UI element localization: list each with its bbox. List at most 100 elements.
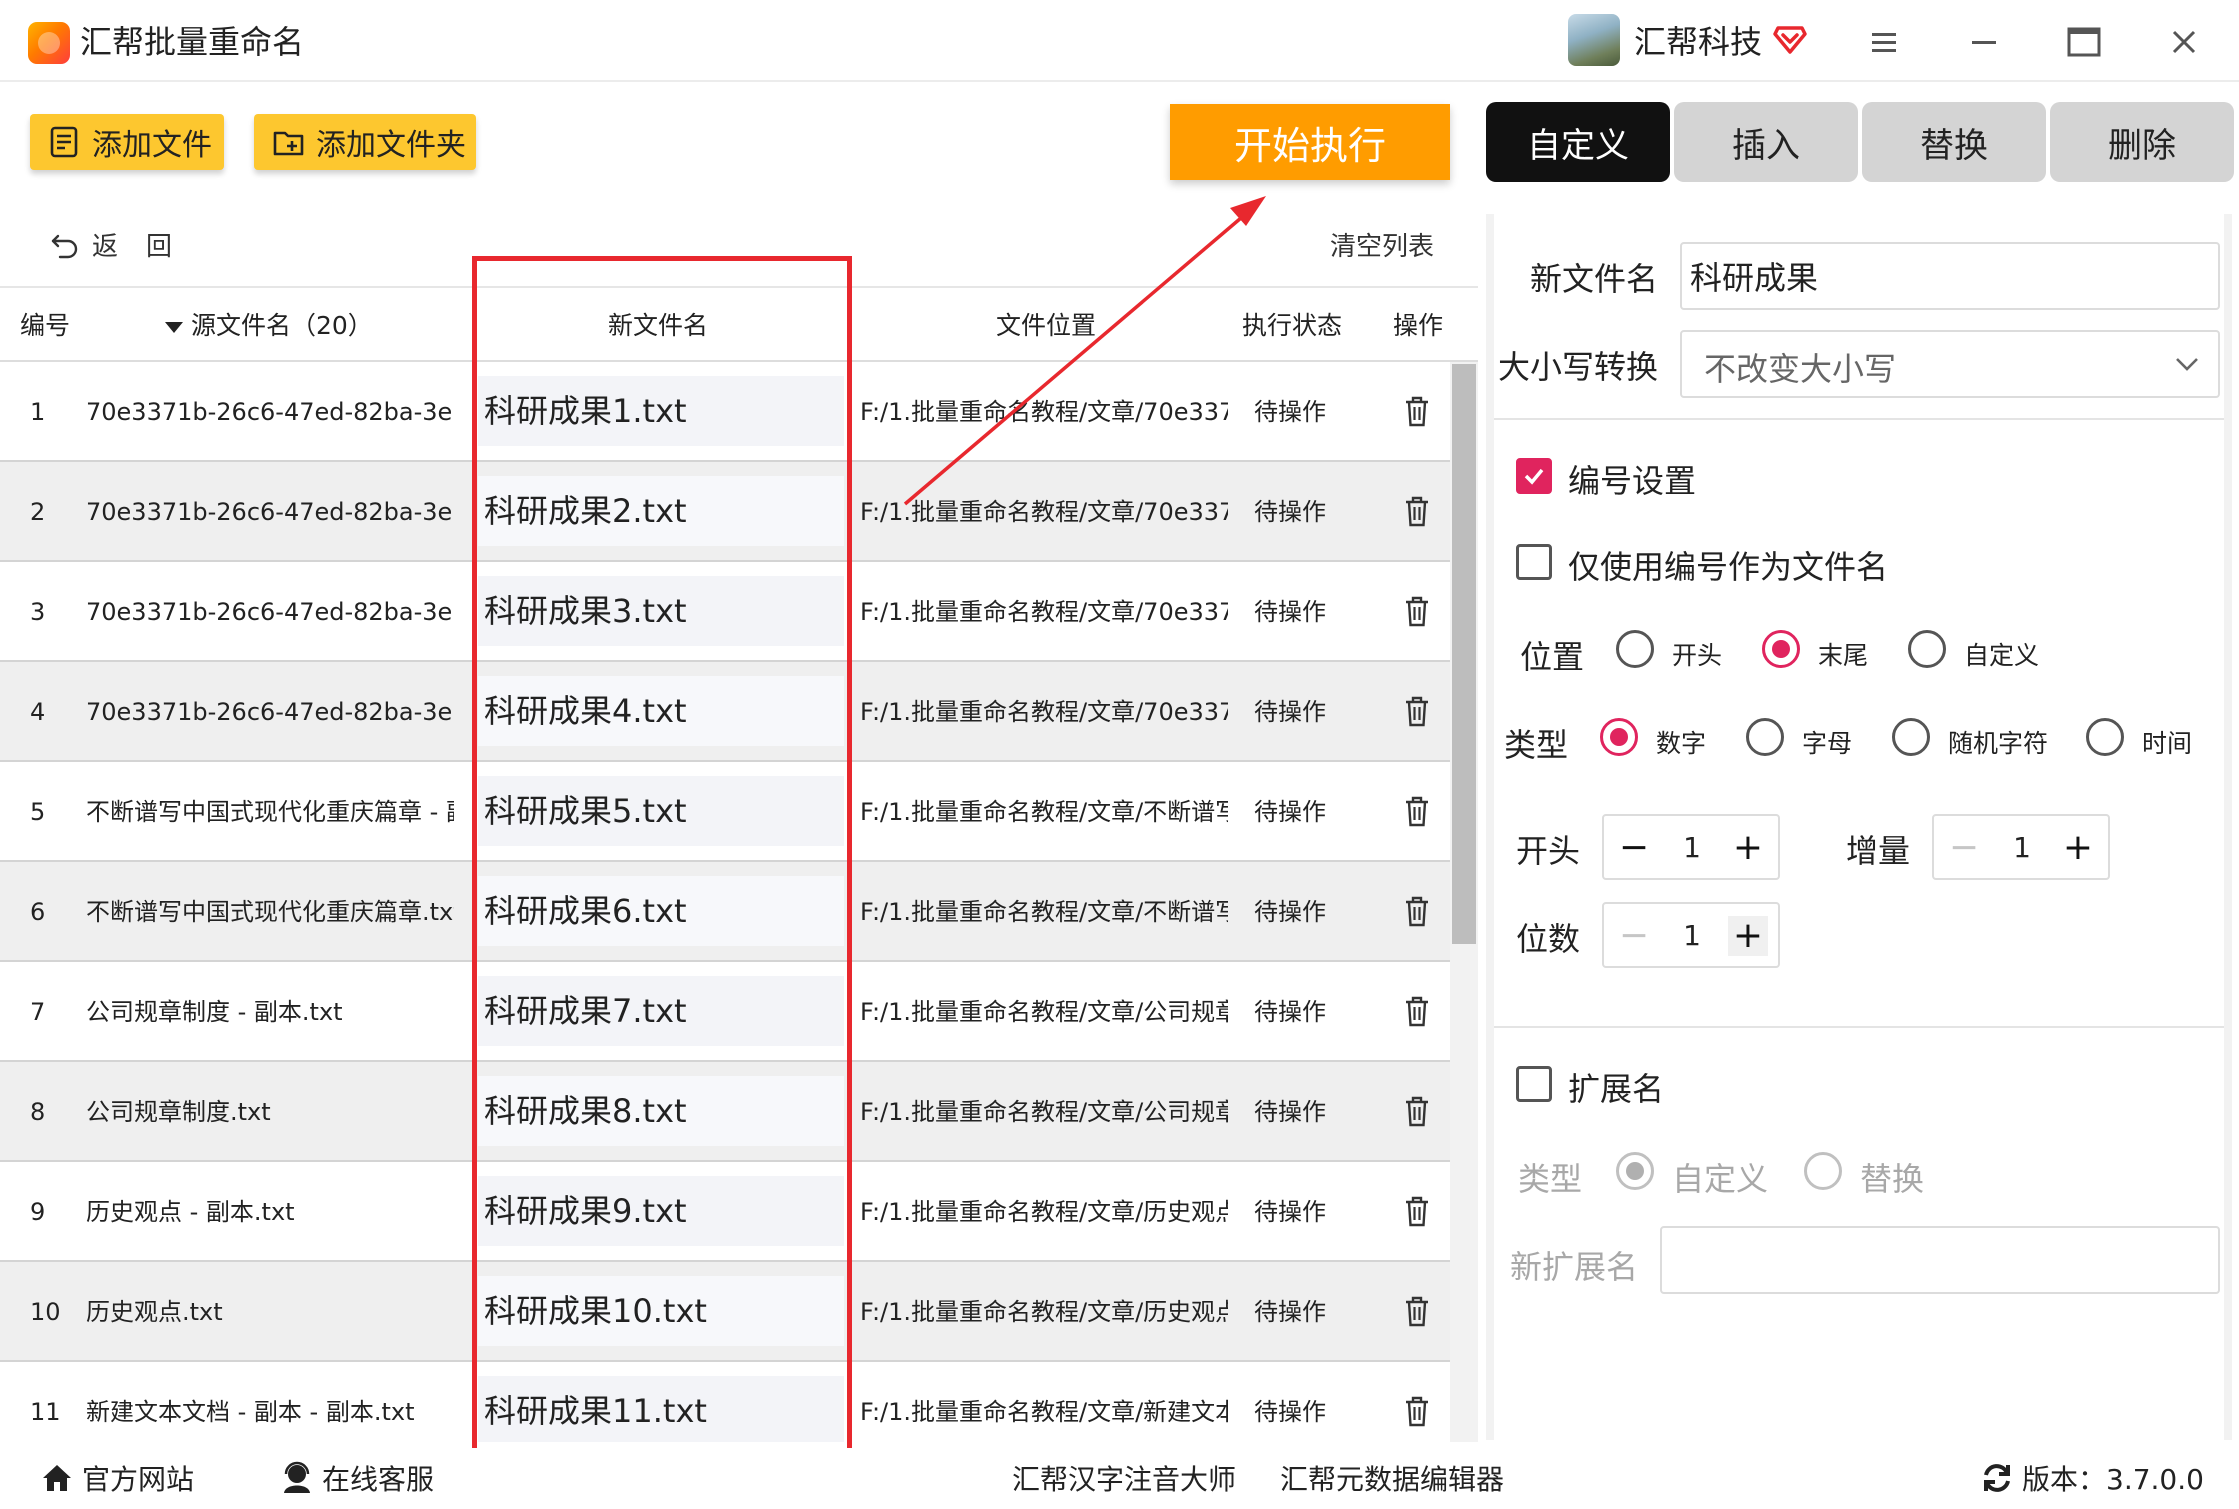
- header-location: 文件位置: [996, 311, 1097, 340]
- type-time-label: 时间: [2142, 729, 2193, 758]
- row-source-name: 70e3371b-26c6-47ed-82ba-3e7: [86, 398, 454, 426]
- trash-icon[interactable]: [1402, 594, 1432, 628]
- row-source-name: 不断谱写中国式现代化重庆篇章.txt: [86, 898, 454, 926]
- table-row[interactable]: 9 历史观点 - 副本.txt 科研成果9.txt F:/1.批量重命名教程/文章/历…: [0, 1162, 1452, 1262]
- type-number-radio[interactable]: [1600, 718, 1638, 756]
- digits-minus-button[interactable]: −: [1614, 916, 1654, 956]
- panel-divider: [1494, 1026, 2224, 1028]
- trash-icon[interactable]: [1402, 994, 1432, 1028]
- table-row[interactable]: 11 新建文本文档 - 副本 - 副本.txt 科研成果11.txt F:/1.批量重…: [0, 1362, 1452, 1442]
- table-row[interactable]: 1 70e3371b-26c6-47ed-82ba-3e7 科研成果1.txt F:/…: [0, 362, 1452, 462]
- type-letter-radio[interactable]: [1746, 718, 1784, 756]
- numbering-checkbox[interactable]: [1516, 458, 1552, 494]
- row-status: 待操作: [1254, 1198, 1326, 1226]
- table-row[interactable]: 10 历史观点.txt 科研成果10.txt F:/1.批量重命名教程/文章/历史观点…: [0, 1262, 1452, 1362]
- case-select[interactable]: 不改变大小写: [1680, 330, 2220, 398]
- online-service-link[interactable]: 在线客服: [280, 1458, 434, 1498]
- row-index: 2: [30, 498, 46, 526]
- case-label: 大小写转换: [1498, 348, 1659, 386]
- extension-checkbox[interactable]: [1516, 1066, 1552, 1102]
- table-row[interactable]: 6 不断谱写中国式现代化重庆篇章.txt 科研成果6.txt F:/1.批量重命名教程…: [0, 862, 1452, 962]
- menu-icon[interactable]: [1862, 20, 1906, 64]
- tab-replace[interactable]: 替换: [1862, 102, 2046, 182]
- trash-icon[interactable]: [1402, 894, 1432, 928]
- clear-list-button[interactable]: 清空列表: [1330, 226, 1434, 263]
- row-index: 10: [30, 1298, 61, 1326]
- table-row[interactable]: 7 公司规章制度 - 副本.txt 科研成果7.txt F:/1.批量重命名教程/文章…: [0, 962, 1452, 1062]
- start-plus-button[interactable]: +: [1728, 828, 1768, 868]
- minimize-icon[interactable]: [1962, 20, 2006, 64]
- table-scrollbar-thumb[interactable]: [1452, 364, 1476, 944]
- refresh-icon: [1984, 1464, 2010, 1492]
- row-new-name: 科研成果6.txt: [478, 876, 844, 946]
- header-source-label: 源文件名（20）: [191, 311, 373, 340]
- type-time-radio[interactable]: [2086, 718, 2124, 756]
- app-logo-icon: [28, 22, 70, 64]
- trash-icon[interactable]: [1402, 1294, 1432, 1328]
- row-status: 待操作: [1254, 998, 1326, 1026]
- increment-label: 增量: [1846, 832, 1911, 870]
- official-site-link[interactable]: 官方网站: [40, 1458, 194, 1498]
- table-row[interactable]: 8 公司规章制度.txt 科研成果8.txt F:/1.批量重命名教程/文章/公司规章…: [0, 1062, 1452, 1162]
- user-avatar[interactable]: [1568, 14, 1620, 66]
- trash-icon[interactable]: [1402, 1394, 1432, 1428]
- header-source[interactable]: 源文件名（20）: [165, 306, 373, 342]
- ext-type-replace-label: 替换: [1860, 1160, 1925, 1198]
- position-start-label: 开头: [1672, 641, 1723, 670]
- user-name[interactable]: 汇帮科技: [1634, 20, 1762, 64]
- table-row[interactable]: 3 70e3371b-26c6-47ed-82ba-3e7 科研成果3.txt F:/…: [0, 562, 1452, 662]
- trash-icon[interactable]: [1402, 394, 1432, 428]
- start-number-stepper[interactable]: − 1 +: [1602, 814, 1780, 880]
- start-minus-button[interactable]: −: [1614, 828, 1654, 868]
- increment-plus-button[interactable]: +: [2058, 828, 2098, 868]
- digits-value[interactable]: 1: [1664, 916, 1720, 956]
- table-row[interactable]: 5 不断谱写中国式现代化重庆篇章 - 副科研成果5.txt F:/1.批量重命名教程…: [0, 762, 1452, 862]
- digits-plus-button[interactable]: +: [1728, 916, 1768, 956]
- increment-minus-button[interactable]: −: [1944, 828, 1984, 868]
- checkmark-icon: [1524, 468, 1544, 485]
- start-number-value[interactable]: 1: [1664, 828, 1720, 868]
- table-row[interactable]: 4 70e3371b-26c6-47ed-82ba-3e7 科研成果4.txt F:/…: [0, 662, 1452, 762]
- position-start-radio[interactable]: [1616, 630, 1654, 668]
- position-custom-radio[interactable]: [1908, 630, 1946, 668]
- metadata-tool-link[interactable]: 汇帮元数据编辑器: [1280, 1458, 1504, 1498]
- numbering-label: 编号设置: [1568, 462, 1697, 500]
- type-random-radio[interactable]: [1892, 718, 1930, 756]
- table-row[interactable]: 2 70e3371b-26c6-47ed-82ba-3e7 科研成果2.txt F:/…: [0, 462, 1452, 562]
- tab-insert[interactable]: 插入: [1674, 102, 1858, 182]
- add-file-button[interactable]: 添加文件: [30, 114, 224, 170]
- trash-icon[interactable]: [1402, 494, 1432, 528]
- vip-diamond-icon[interactable]: [1772, 20, 1808, 56]
- close-icon[interactable]: [2162, 20, 2206, 64]
- footer: 官方网站 在线客服 汇帮汉字注音大师 汇帮元数据编辑器 版本：3.7.0.0: [0, 1448, 2239, 1509]
- trash-icon[interactable]: [1402, 794, 1432, 828]
- trash-icon[interactable]: [1402, 1194, 1432, 1228]
- tab-custom[interactable]: 自定义: [1486, 102, 1670, 182]
- increment-stepper[interactable]: − 1 +: [1932, 814, 2110, 880]
- back-button[interactable]: 返回: [50, 226, 200, 263]
- case-select-value: 不改变大小写: [1704, 350, 1897, 388]
- panel-divider: [1494, 418, 2224, 420]
- version-info[interactable]: 版本：3.7.0.0: [1980, 1458, 2204, 1498]
- tab-delete[interactable]: 删除: [2050, 102, 2234, 182]
- new-ext-input[interactable]: [1660, 1226, 2220, 1294]
- trash-icon[interactable]: [1402, 1094, 1432, 1128]
- add-folder-button[interactable]: 添加文件夹: [254, 114, 476, 170]
- ext-type-custom-radio[interactable]: [1616, 1152, 1654, 1190]
- table-header: 编号 源文件名（20） 新文件名 文件位置 执行状态 操作: [0, 286, 1478, 362]
- row-new-name: 科研成果8.txt: [478, 1076, 844, 1146]
- only-number-checkbox[interactable]: [1516, 544, 1552, 580]
- ext-type-replace-radio[interactable]: [1804, 1152, 1842, 1190]
- pinyin-tool-link[interactable]: 汇帮汉字注音大师: [1012, 1458, 1236, 1498]
- sort-down-icon[interactable]: [165, 321, 183, 333]
- trash-icon[interactable]: [1402, 694, 1432, 728]
- new-name-label: 新文件名: [1530, 260, 1659, 298]
- type-random-label: 随机字符: [1948, 729, 2049, 758]
- start-button[interactable]: 开始执行: [1170, 104, 1450, 180]
- maximize-icon[interactable]: [2062, 20, 2106, 64]
- position-end-radio[interactable]: [1762, 630, 1800, 668]
- row-source-name: 70e3371b-26c6-47ed-82ba-3e7: [86, 598, 454, 626]
- increment-value[interactable]: 1: [1994, 828, 2050, 868]
- new-name-input[interactable]: [1680, 242, 2220, 310]
- digits-stepper[interactable]: − 1 +: [1602, 902, 1780, 968]
